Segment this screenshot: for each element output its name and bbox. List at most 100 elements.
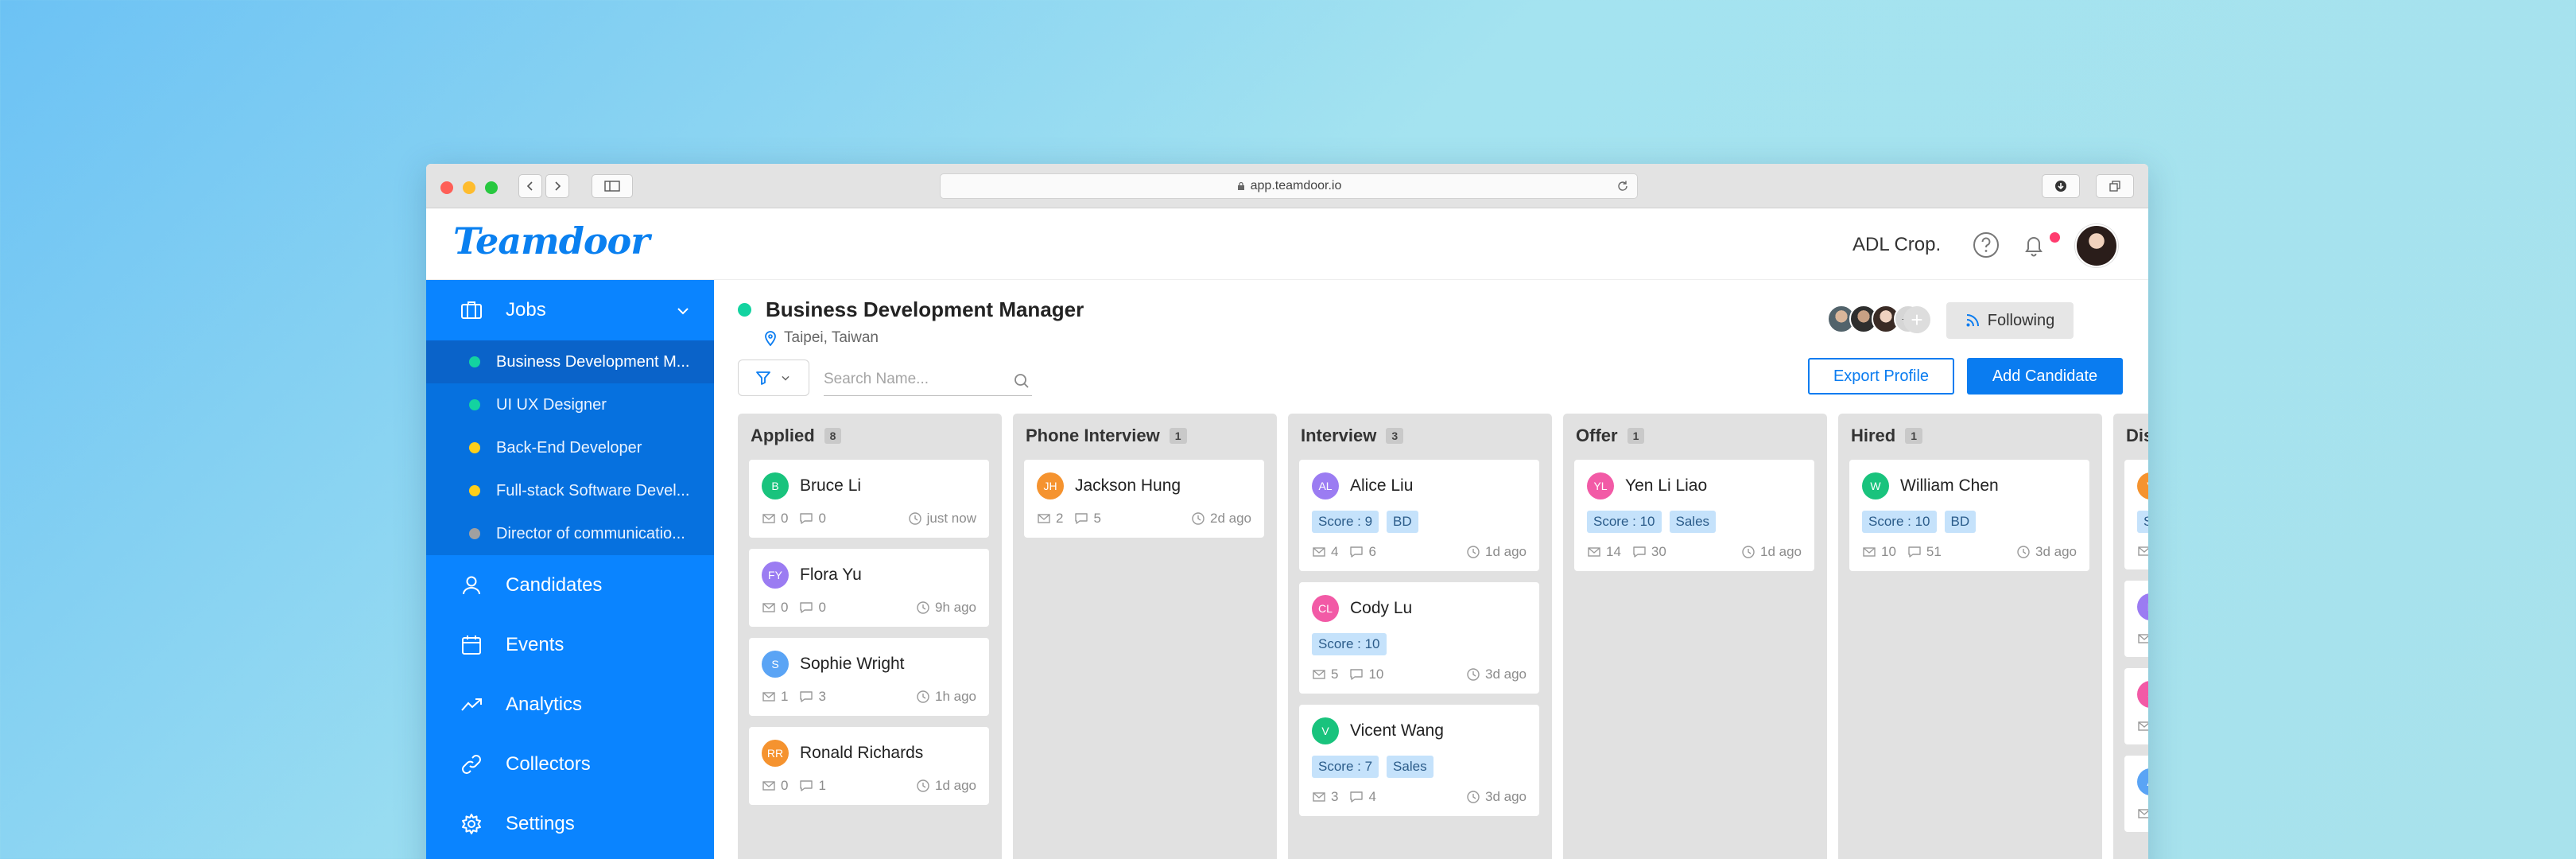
teamdoor-logo[interactable]: Teamdoor [453, 220, 650, 262]
mail-icon [1313, 670, 1325, 679]
time-value: just now [926, 511, 976, 526]
mail-count-value: 0 [781, 600, 789, 615]
chevron-down-icon[interactable] [674, 302, 692, 320]
column-header[interactable]: Applied 8 [751, 425, 991, 447]
filter-button[interactable] [738, 360, 809, 396]
sidebar-item-events[interactable]: Events [426, 615, 714, 674]
comment-count: 51 [1907, 544, 1942, 560]
clock-icon [1467, 546, 1480, 558]
mail-icon [1863, 547, 1876, 557]
candidate-name: Vicent Wang [1350, 721, 1444, 740]
column-header[interactable]: Phone Interview 1 [1026, 425, 1266, 447]
filter-icon [756, 371, 770, 385]
card-header: RR Ronald Richards [762, 740, 976, 767]
avatar: YL [1587, 472, 1614, 499]
mail-icon [2138, 634, 2148, 643]
card-list: VS F J A [2124, 460, 2148, 832]
candidate-card[interactable]: CL Cody Lu Score : 10 5 10 3d ago [1299, 582, 1539, 694]
mail-count-value: 0 [781, 511, 789, 526]
job-item[interactable]: Full-stack Software Devel... [426, 469, 714, 512]
candidate-card[interactable]: JH Jackson Hung 2 5 2d ago [1024, 460, 1264, 538]
clock-icon [917, 690, 929, 703]
time-value: 1h ago [935, 689, 976, 704]
avatar: V [1312, 717, 1339, 744]
close-window-button[interactable] [440, 181, 453, 194]
candidate-card[interactable]: A [2124, 756, 2148, 832]
sidebar-item-label: Candidates [506, 573, 603, 596]
tag-list: Score : 7 Sales [1312, 756, 1527, 778]
bell-icon[interactable] [2019, 231, 2048, 259]
mail-icon [1588, 547, 1600, 557]
location-pin-icon [765, 331, 776, 346]
job-item[interactable]: Business Development M... [426, 340, 714, 383]
candidate-card[interactable]: V Vicent Wang Score : 7 Sales 3 4 3d ago [1299, 705, 1539, 816]
column-count-badge: 8 [824, 428, 842, 444]
downloads-button[interactable] [2042, 174, 2080, 198]
candidate-card[interactable]: S Sophie Wright 1 3 1h ago [749, 638, 989, 716]
column-header[interactable]: Offer 1 [1576, 425, 1816, 447]
column-header[interactable]: Hired 1 [1851, 425, 2091, 447]
job-item[interactable]: Director of communicatio... [426, 512, 714, 555]
job-item[interactable]: Back-End Developer [426, 426, 714, 469]
address-bar[interactable]: app.teamdoor.io [940, 173, 1638, 199]
column-header[interactable]: Dis [2126, 425, 2148, 447]
sidebar-item-candidates[interactable]: Candidates [426, 555, 714, 615]
column-header[interactable]: Interview 3 [1301, 425, 1541, 447]
card-list: B Bruce Li 0 0 just now FY Flora Yu 0 0 9h ago S So… [749, 460, 991, 805]
reload-icon[interactable] [1616, 180, 1629, 192]
avatar: S [762, 651, 789, 678]
job-list: Business Development M... UI UX Designer… [426, 340, 714, 555]
card-meta: 1 3 1h ago [762, 689, 976, 705]
forward-button[interactable] [545, 174, 569, 198]
card-header: AL Alice Liu [1312, 472, 1527, 499]
tabs-overview-button[interactable] [2096, 174, 2134, 198]
back-button[interactable] [518, 174, 542, 198]
sidebar-item-analytics[interactable]: Analytics [426, 674, 714, 734]
user-avatar[interactable] [2075, 224, 2118, 267]
avatar: CL [1312, 595, 1339, 622]
tag: Score : 10 [1587, 511, 1662, 533]
comment-count-value: 3 [818, 689, 826, 704]
candidate-card[interactable]: AL Alice Liu Score : 9 BD 4 6 1d ago [1299, 460, 1539, 571]
add-follower-button[interactable]: + [1903, 306, 1930, 333]
candidate-name: Sophie Wright [800, 655, 905, 673]
job-item[interactable]: UI UX Designer [426, 383, 714, 426]
pipeline-column: Interview 3 AL Alice Liu Score : 9 BD 4 6 1d ago… [1288, 414, 1552, 859]
candidate-card[interactable]: YL Yen Li Liao Score : 10 Sales 14 30 1d ago [1574, 460, 1814, 571]
following-button[interactable]: Following [1946, 302, 2074, 339]
sidebar-item-collectors[interactable]: Collectors [426, 734, 714, 794]
card-header: V [2137, 472, 2148, 499]
job-location: Taipei, Taiwan [763, 329, 879, 347]
mail-icon [1313, 792, 1325, 802]
sidebar-item-jobs[interactable]: Jobs [426, 280, 714, 340]
job-item-label: Full-stack Software Devel... [496, 481, 690, 499]
search-input[interactable] [824, 364, 999, 395]
organization-name[interactable]: ADL Crop. [1852, 234, 1941, 256]
job-item-label: Business Development M... [496, 352, 690, 371]
avatar: RR [762, 740, 789, 767]
candidate-card[interactable]: W William Chen Score : 10 BD 10 51 3d ago [1849, 460, 2089, 571]
candidate-name: Bruce Li [800, 476, 862, 495]
card-header: JH Jackson Hung [1037, 472, 1251, 499]
help-icon[interactable] [1972, 231, 2000, 259]
candidate-card[interactable]: B Bruce Li 0 0 just now [749, 460, 989, 538]
job-item-label: UI UX Designer [496, 395, 607, 414]
candidate-card[interactable]: F [2124, 581, 2148, 657]
export-profile-button[interactable]: Export Profile [1808, 358, 1954, 395]
time-value: 3d ago [1485, 789, 1527, 804]
pipeline-column: Applied 8 B Bruce Li 0 0 just now FY Flora Yu 0 0 9… [738, 414, 1002, 859]
candidate-card[interactable]: RR Ronald Richards 0 1 1d ago [749, 727, 989, 805]
add-candidate-button[interactable]: Add Candidate [1967, 358, 2123, 395]
minimize-window-button[interactable] [463, 181, 475, 194]
sidebar-toggle-button[interactable] [592, 174, 633, 198]
candidate-card[interactable]: VS [2124, 460, 2148, 569]
zoom-window-button[interactable] [485, 181, 498, 194]
sidebar-item-settings[interactable]: Settings [426, 794, 714, 853]
search-icon[interactable] [1013, 372, 1030, 390]
comment-icon [1350, 669, 1364, 680]
avatar: JH [1037, 472, 1064, 499]
comment-count-value: 1 [818, 778, 826, 793]
candidate-card[interactable]: J [2124, 668, 2148, 744]
chevron-right-icon [555, 181, 561, 191]
candidate-card[interactable]: FY Flora Yu 0 0 9h ago [749, 549, 989, 627]
